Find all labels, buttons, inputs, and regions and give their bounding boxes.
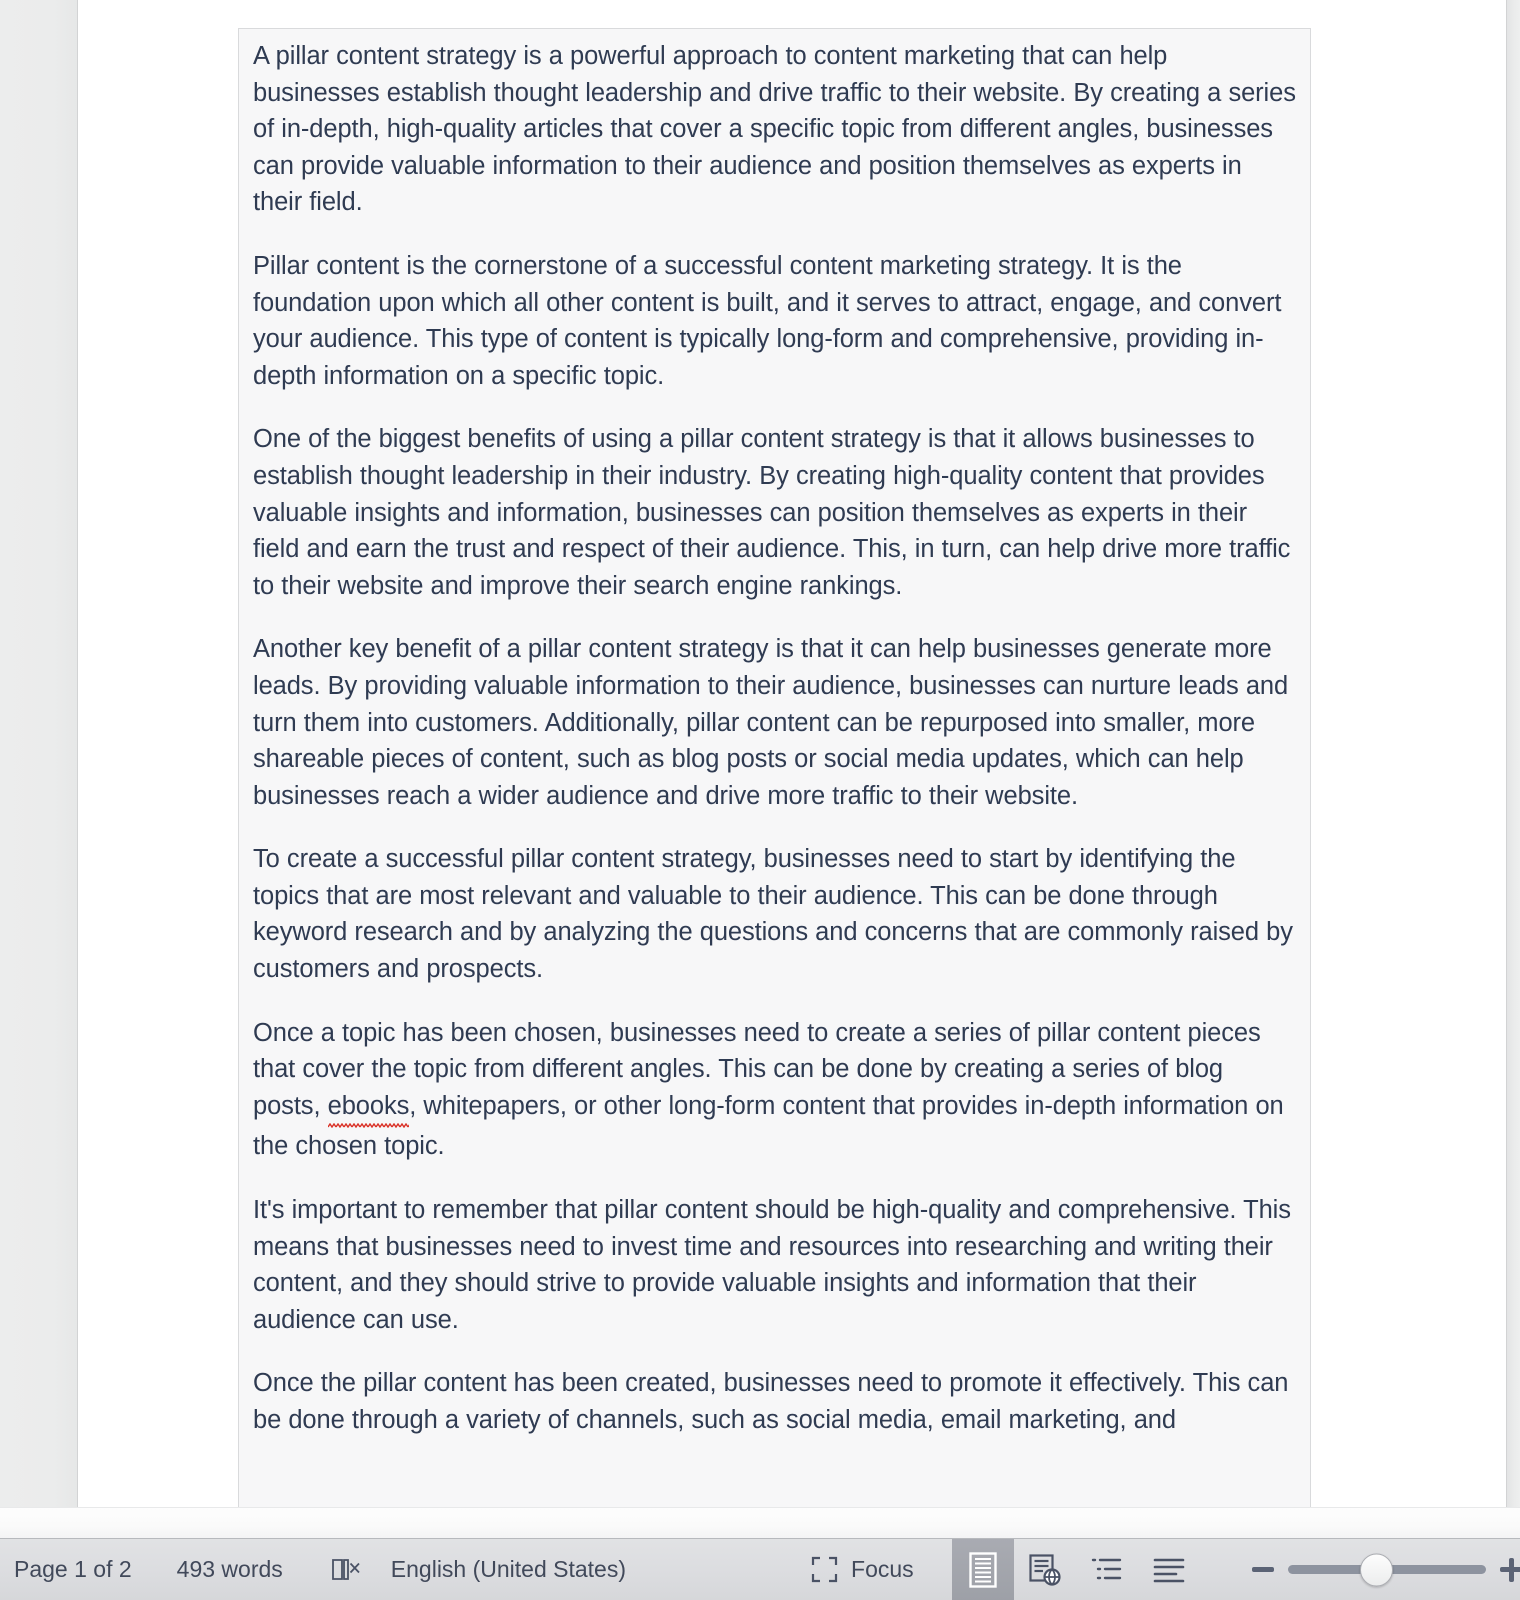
paragraph-with-misspelling: Once a topic has been chosen, businesses… xyxy=(253,1015,1296,1165)
page-indicator-label: Page 1 of 2 xyxy=(14,1556,132,1582)
document-page: A pillar content strategy is a powerful … xyxy=(79,0,1506,1508)
word-count-label: 493 words xyxy=(176,1556,283,1582)
language-label: English (United States) xyxy=(390,1556,627,1582)
paragraph: Once the pillar content has been created… xyxy=(253,1369,1289,1434)
zoom-slider[interactable] xyxy=(1287,1553,1486,1586)
left-gutter xyxy=(0,0,78,1507)
paragraph: It's important to remember that pillar c… xyxy=(253,1196,1291,1334)
print-layout-icon[interactable] xyxy=(951,1538,1014,1600)
proofing-errors-icon[interactable] xyxy=(331,1539,361,1600)
right-gutter xyxy=(1506,0,1520,1507)
web-layout-icon[interactable] xyxy=(1014,1539,1076,1600)
word-document-window: A pillar content strategy is a powerful … xyxy=(0,0,1520,1600)
paragraph: A pillar content strategy is a powerful … xyxy=(253,42,1296,217)
document-body[interactable]: A pillar content strategy is a powerful … xyxy=(253,38,1296,1439)
draft-icon[interactable] xyxy=(1138,1539,1200,1600)
focus-mode-button[interactable]: Focus xyxy=(791,1539,934,1600)
paragraph: To create a successful pillar content st… xyxy=(253,845,1293,984)
proofing-errors-glyph xyxy=(331,1556,361,1584)
word-count[interactable]: 493 words xyxy=(177,1539,283,1600)
outline-icon[interactable] xyxy=(1076,1539,1138,1600)
paragraph: Another key benefit of a pillar content … xyxy=(253,635,1289,810)
zoom-in-icon[interactable] xyxy=(1499,1557,1520,1582)
zoom-controls xyxy=(1251,1553,1520,1586)
paragraph: One of the biggest benefits of using a p… xyxy=(253,425,1291,600)
language-indicator[interactable]: English (United States) xyxy=(391,1539,626,1600)
status-bar: Page 1 of 2 493 words English (United St… xyxy=(0,1538,1520,1600)
zoom-out-icon[interactable] xyxy=(1251,1567,1274,1572)
paragraph: Pillar content is the cornerstone of a s… xyxy=(253,251,1282,390)
focus-mode-icon xyxy=(811,1556,838,1583)
misspelled-word[interactable]: ebooks xyxy=(327,1087,409,1129)
view-mode-group xyxy=(951,1538,1200,1600)
zoom-slider-thumb[interactable] xyxy=(1359,1553,1393,1586)
statusbar-seam xyxy=(0,1507,1520,1538)
page-indicator[interactable]: Page 1 of 2 xyxy=(14,1539,132,1600)
document-text-frame[interactable]: A pillar content strategy is a powerful … xyxy=(238,28,1311,1508)
focus-mode-label: Focus xyxy=(851,1556,914,1582)
